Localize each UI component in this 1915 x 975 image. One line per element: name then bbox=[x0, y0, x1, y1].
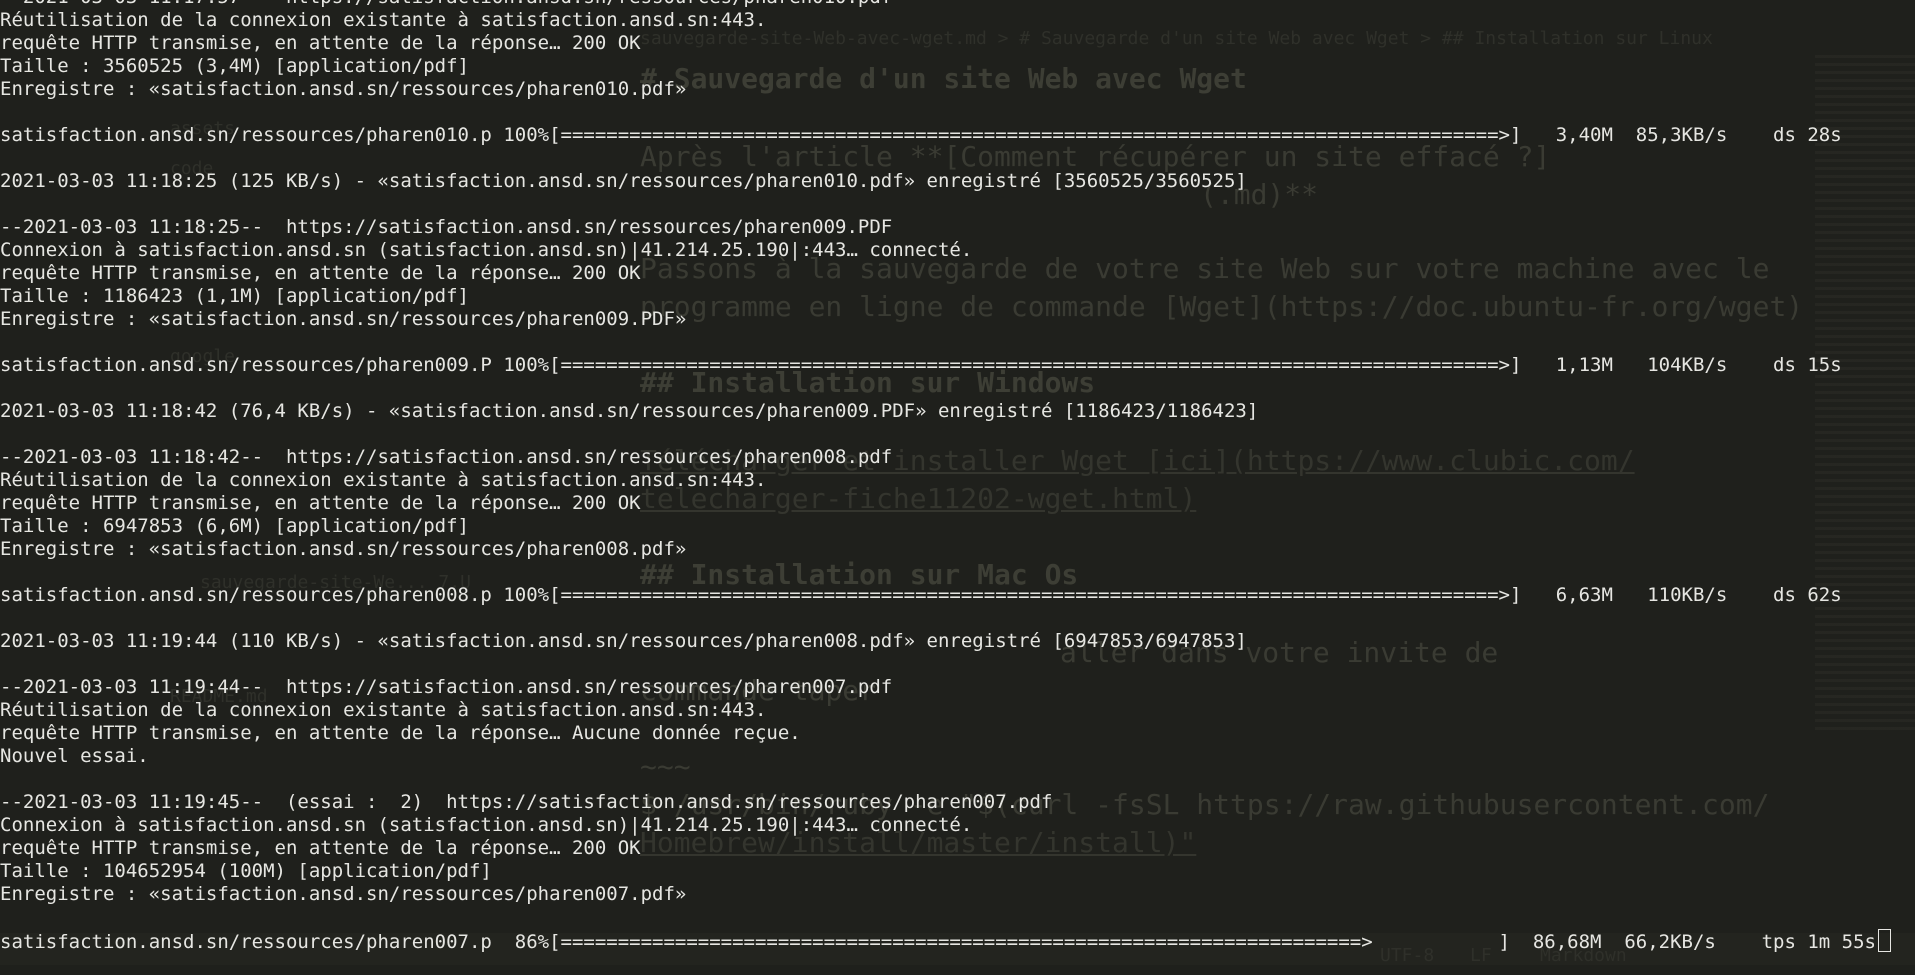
terminal-line: --2021-03-03 11:19:44-- https://satisfac… bbox=[0, 676, 893, 698]
terminal-line: satisfaction.ansd.sn/ressources/pharen00… bbox=[0, 929, 1915, 953]
terminal-line: Nouvel essai. bbox=[0, 745, 149, 767]
terminal-line: requête HTTP transmise, en attente de la… bbox=[0, 262, 641, 284]
terminal-line: Enregistre : «satisfaction.ansd.sn/resso… bbox=[0, 78, 687, 100]
terminal-line: Taille : 1186423 (1,1M) [application/pdf… bbox=[0, 285, 469, 307]
terminal-line: 2021-03-03 11:18:42 (76,4 KB/s) - «satis… bbox=[0, 400, 1259, 422]
terminal-output[interactable]: --2021-03-03 11:17:57-- https://satisfac… bbox=[0, 0, 1915, 953]
terminal-line: Taille : 6947853 (6,6M) [application/pdf… bbox=[0, 515, 469, 537]
terminal-line: requête HTTP transmise, en attente de la… bbox=[0, 722, 801, 744]
terminal-cursor bbox=[1878, 929, 1891, 952]
terminal-line: --2021-03-03 11:18:42-- https://satisfac… bbox=[0, 446, 893, 468]
terminal-line: 2021-03-03 11:19:44 (110 KB/s) - «satisf… bbox=[0, 630, 1247, 652]
terminal-line: Enregistre : «satisfaction.ansd.sn/resso… bbox=[0, 883, 687, 905]
terminal-line: satisfaction.ansd.sn/ressources/pharen01… bbox=[0, 124, 1842, 146]
terminal-line: Taille : 3560525 (3,4M) [application/pdf… bbox=[0, 55, 469, 77]
terminal-line: requête HTTP transmise, en attente de la… bbox=[0, 492, 641, 514]
terminal-line: requête HTTP transmise, en attente de la… bbox=[0, 32, 641, 54]
terminal-line: 2021-03-03 11:18:25 (125 KB/s) - «satisf… bbox=[0, 170, 1247, 192]
terminal-line: --2021-03-03 11:18:25-- https://satisfac… bbox=[0, 216, 893, 238]
terminal-line: --2021-03-03 11:17:57-- https://satisfac… bbox=[0, 0, 1915, 9]
terminal-line: Taille : 104652954 (100M) [application/p… bbox=[0, 860, 492, 882]
terminal-line: Enregistre : «satisfaction.ansd.sn/resso… bbox=[0, 308, 687, 330]
terminal-line: satisfaction.ansd.sn/ressources/pharen00… bbox=[0, 584, 1842, 606]
terminal-line: Réutilisation de la connexion existante … bbox=[0, 9, 767, 31]
terminal-line: Connexion à satisfaction.ansd.sn (satisf… bbox=[0, 814, 973, 836]
terminal-line: Connexion à satisfaction.ansd.sn (satisf… bbox=[0, 239, 973, 261]
terminal-line: requête HTTP transmise, en attente de la… bbox=[0, 837, 641, 859]
terminal-line: satisfaction.ansd.sn/ressources/pharen00… bbox=[0, 354, 1842, 376]
terminal-line: Réutilisation de la connexion existante … bbox=[0, 699, 767, 721]
terminal-line: --2021-03-03 11:19:45-- (essai : 2) http… bbox=[0, 791, 1053, 813]
terminal-line: Réutilisation de la connexion existante … bbox=[0, 469, 767, 491]
terminal-line: Enregistre : «satisfaction.ansd.sn/resso… bbox=[0, 538, 687, 560]
